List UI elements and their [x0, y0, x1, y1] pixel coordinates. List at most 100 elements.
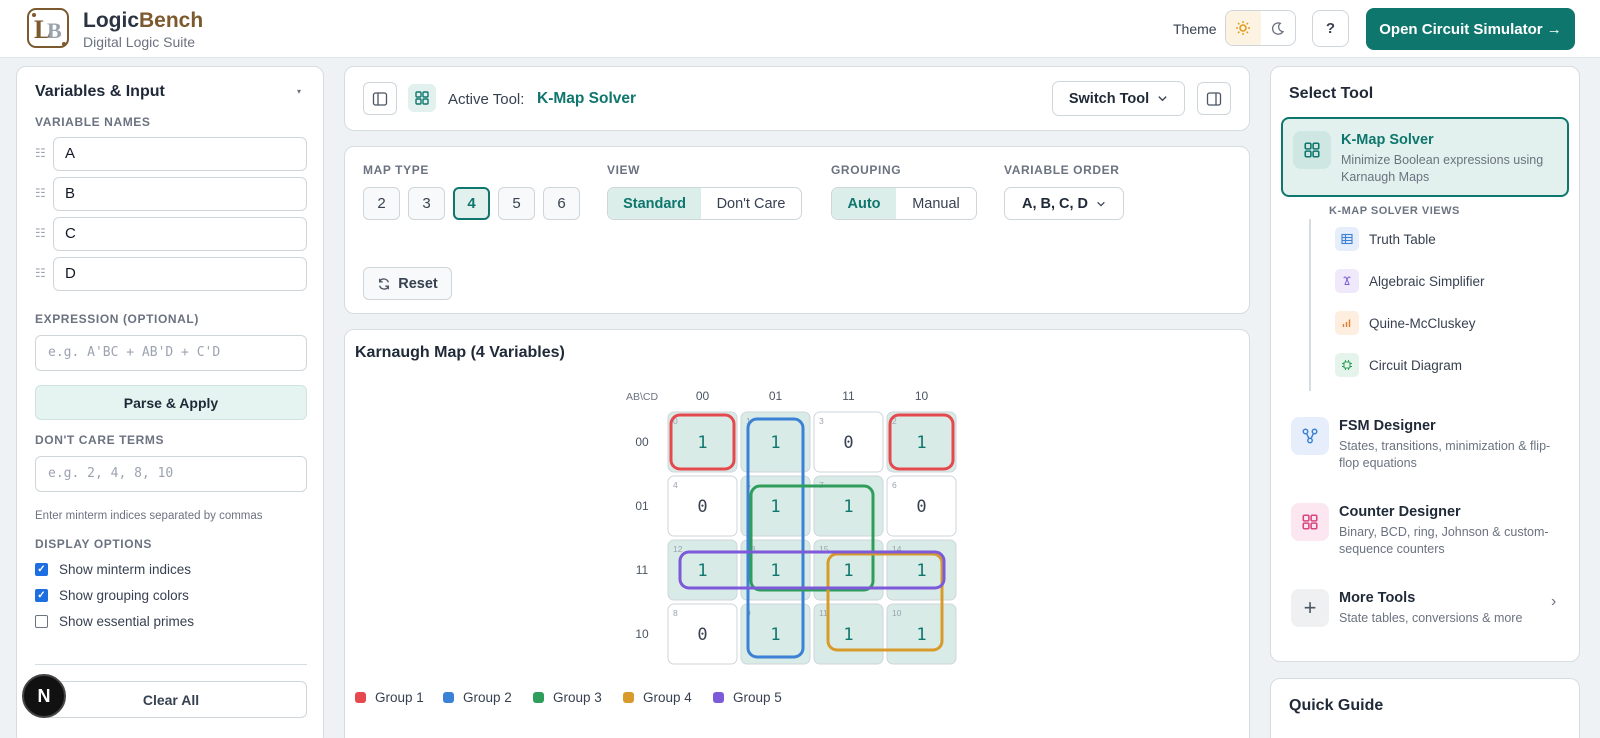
select-tool-title: Select Tool	[1289, 85, 1374, 102]
counter-grid-icon	[1291, 503, 1329, 541]
kmap-cell-value: 1	[843, 561, 853, 581]
kmap-col-header: 10	[915, 389, 929, 403]
collapse-caret-icon[interactable]: ▾	[297, 87, 301, 96]
view-dont-care-button[interactable]: Don't Care	[701, 188, 801, 219]
tool-card-desc: State tables, conversions & more	[1339, 611, 1523, 625]
map-type-3-button[interactable]: 3	[408, 187, 445, 220]
legend-swatch	[713, 692, 724, 703]
drag-handle-icon[interactable]: ☷	[35, 146, 46, 160]
refresh-icon	[379, 277, 390, 290]
view-algebraic-simplifier[interactable]: Ϫ Algebraic Simplifier	[1335, 269, 1485, 293]
dont-care-hint: Enter minterm indices separated by comma…	[35, 510, 263, 522]
map-type-6-button[interactable]: 6	[543, 187, 580, 220]
view-standard-button[interactable]: Standard	[608, 188, 701, 219]
variable-row: ☷ D	[35, 257, 307, 291]
variable-order-select[interactable]: A, B, C, D	[1004, 187, 1124, 220]
kmap-cell-value: 1	[916, 625, 926, 645]
kmap-cell-value: 1	[770, 433, 780, 453]
view-circuit-diagram[interactable]: Circuit Diagram	[1335, 353, 1462, 377]
view-quine-mccluskey[interactable]: Quine-McCluskey	[1335, 311, 1476, 335]
sidebar-left-icon	[372, 91, 388, 106]
grouping-label: GROUPING	[831, 163, 902, 177]
dont-care-label: DON'T CARE TERMS	[35, 433, 165, 447]
parse-apply-button[interactable]: Parse & Apply	[35, 385, 307, 420]
plus-icon: +	[1291, 589, 1329, 627]
active-tool-bar: Active Tool: K-Map Solver Switch Tool	[344, 66, 1250, 131]
kmap-minterm-index: 12	[673, 544, 683, 554]
tool-card-title: Counter Designer	[1339, 504, 1461, 520]
view-truth-table[interactable]: Truth Table	[1335, 227, 1436, 251]
variable-row: ☷ B	[35, 177, 307, 211]
dark-theme-button[interactable]	[1261, 11, 1296, 45]
dont-care-input[interactable]: e.g. 2, 4, 8, 10	[35, 456, 307, 492]
map-type-4-button[interactable]: 4	[453, 187, 490, 220]
legend-group-1: Group 1	[355, 690, 424, 705]
kmap-cell-value: 1	[697, 561, 707, 581]
map-type-5-button[interactable]: 5	[498, 187, 535, 220]
kmap-grid-icon	[1293, 131, 1331, 169]
brand-name: LogicBench	[83, 9, 204, 32]
help-button[interactable]: ?	[1312, 10, 1349, 47]
active-tool-label: Active Tool:	[448, 91, 525, 108]
variable-names-label: VARIABLE NAMES	[35, 115, 151, 129]
kmap-cell-value: 0	[697, 497, 707, 517]
variables-panel-title: Variables & Input	[35, 83, 165, 100]
table-icon	[1335, 227, 1359, 251]
tool-card-more-tools[interactable]: + More Tools State tables, conversions &…	[1281, 577, 1569, 637]
drag-handle-icon[interactable]: ☷	[35, 266, 46, 280]
light-theme-button[interactable]	[1226, 11, 1261, 45]
variable-name-input[interactable]: B	[53, 177, 307, 211]
variable-name-input[interactable]: A	[53, 137, 307, 171]
kmap-cell-value: 1	[770, 625, 780, 645]
kmap-views-label: K-MAP SOLVER VIEWS	[1329, 205, 1460, 217]
checkbox-unchecked[interactable]	[35, 614, 48, 628]
clear-all-button[interactable]: Clear All	[35, 681, 307, 718]
open-circuit-simulator-button[interactable]: Open Circuit Simulator →	[1366, 8, 1575, 50]
kmap-minterm-index: 4	[673, 480, 678, 490]
variable-name-input[interactable]: C	[53, 217, 307, 251]
kmap-minterm-index: 8	[673, 608, 678, 618]
kmap-minterm-index: 10	[892, 608, 902, 618]
legend-swatch	[443, 692, 454, 703]
tool-card-desc: Binary, BCD, ring, Johnson & custom-sequ…	[1339, 525, 1549, 556]
theme-toggle[interactable]	[1225, 10, 1296, 46]
kmap-row-header: 11	[636, 563, 649, 577]
kmap-cell-value: 1	[843, 625, 853, 645]
expression-input[interactable]: e.g. A'BC + AB'D + C'D	[35, 335, 307, 371]
tool-card-fsm-designer[interactable]: FSM Designer States, transitions, minimi…	[1281, 405, 1569, 479]
toggle-left-sidebar-button[interactable]	[363, 82, 397, 115]
option-show-grouping-colors[interactable]: ✓ Show grouping colors	[35, 586, 189, 604]
option-show-minterm-indices[interactable]: ✓ Show minterm indices	[35, 560, 191, 578]
view-label: VIEW	[607, 163, 641, 177]
variable-name-input[interactable]: D	[53, 257, 307, 291]
map-type-2-button[interactable]: 2	[363, 187, 400, 220]
sun-icon	[1236, 21, 1251, 35]
tool-card-desc: Minimize Boolean expressions using Karna…	[1341, 153, 1544, 184]
variable-order-label: VARIABLE ORDER	[1004, 163, 1120, 177]
kmap-cell-value: 1	[770, 561, 780, 581]
kmap-cell-value: 0	[697, 625, 707, 645]
grouping-auto-button[interactable]: Auto	[832, 188, 896, 219]
checkbox-checked[interactable]: ✓	[35, 588, 48, 602]
grouping-manual-button[interactable]: Manual	[896, 188, 976, 219]
checkbox-checked[interactable]: ✓	[35, 562, 48, 576]
expression-label: EXPRESSION (OPTIONAL)	[35, 312, 199, 326]
active-tool-name: K-Map Solver	[537, 90, 637, 107]
drag-handle-icon[interactable]: ☷	[35, 186, 46, 200]
reset-button[interactable]: Reset	[363, 267, 452, 300]
map-type-label: MAP TYPE	[363, 163, 429, 177]
svg-text:B: B	[47, 18, 62, 43]
drag-handle-icon[interactable]: ☷	[35, 226, 46, 240]
next-dev-badge-icon[interactable]: N	[22, 674, 66, 718]
tool-card-title: More Tools	[1339, 590, 1416, 606]
tool-card-kmap-solver[interactable]: K-Map Solver Minimize Boolean expression…	[1281, 117, 1569, 197]
quick-guide-panel: Quick Guide	[1270, 678, 1580, 738]
switch-tool-button[interactable]: Switch Tool	[1052, 81, 1185, 116]
toggle-right-sidebar-button[interactable]	[1197, 82, 1231, 115]
kmap-cell-value: 0	[843, 433, 853, 453]
kmap-col-header: 01	[769, 389, 783, 403]
chevron-down-icon	[1158, 96, 1167, 102]
tool-card-title: K-Map Solver	[1341, 132, 1434, 148]
tool-card-counter-designer[interactable]: Counter Designer Binary, BCD, ring, John…	[1281, 491, 1569, 565]
option-show-essential-primes[interactable]: Show essential primes	[35, 612, 194, 630]
